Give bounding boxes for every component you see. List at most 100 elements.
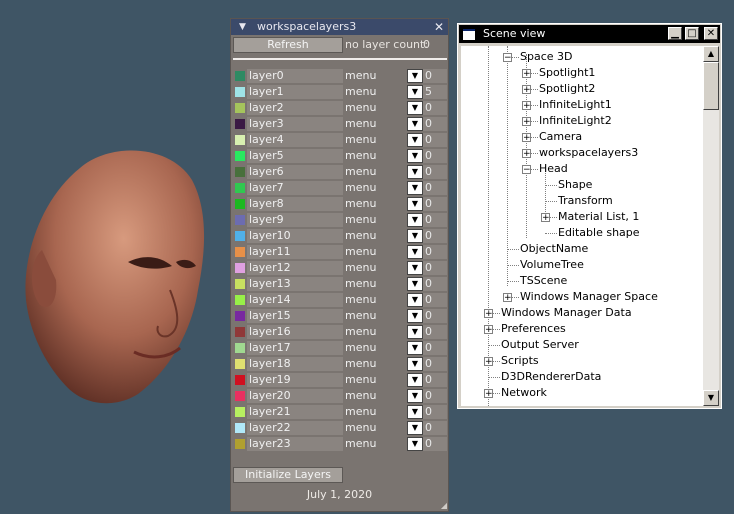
layer-value-field[interactable]: 0 (423, 69, 447, 83)
tree-node[interactable]: TSScene (520, 273, 567, 289)
tree-node[interactable]: Output Server (501, 337, 579, 353)
layer-color-swatch[interactable] (235, 231, 245, 241)
dropdown-arrow-icon[interactable]: ▼ (407, 405, 423, 419)
layer-name-field[interactable]: layer19 (247, 373, 343, 387)
layer-name-field[interactable]: layer14 (247, 293, 343, 307)
tree-node[interactable]: Windows Manager Data (501, 305, 632, 321)
tree-node[interactable]: Material List, 1 (558, 209, 639, 225)
layer-color-swatch[interactable] (235, 103, 245, 113)
layer-value-field[interactable]: 0 (423, 245, 447, 259)
tree-node[interactable]: Head (539, 161, 568, 177)
dropdown-arrow-icon[interactable]: ▼ (407, 437, 423, 451)
layer-name-field[interactable]: layer17 (247, 341, 343, 355)
layer-name-field[interactable]: layer12 (247, 261, 343, 275)
dropdown-arrow-icon[interactable]: ▼ (407, 309, 423, 323)
layer-value-field[interactable]: 0 (423, 437, 447, 451)
close-icon[interactable]: ✕ (434, 19, 444, 35)
expand-icon[interactable]: + (484, 309, 493, 319)
dropdown-arrow-icon[interactable]: ▼ (407, 133, 423, 147)
layer-value-field[interactable]: 0 (423, 165, 447, 179)
scene-tree[interactable]: − Space 3D + Spotlight1 + Spotlight2 + Infinite… (461, 46, 703, 406)
scroll-up-icon[interactable]: ▲ (703, 46, 719, 62)
layer-value-field[interactable]: 0 (423, 197, 447, 211)
layer-name-field[interactable]: layer22 (247, 421, 343, 435)
layer-name-field[interactable]: layer21 (247, 405, 343, 419)
layer-value-field[interactable]: 0 (423, 293, 447, 307)
layer-color-swatch[interactable] (235, 167, 245, 177)
collapse-icon[interactable]: − (522, 165, 531, 175)
layer-color-swatch[interactable] (235, 375, 245, 385)
layer-color-swatch[interactable] (235, 135, 245, 145)
expand-icon[interactable]: + (522, 117, 531, 127)
dropdown-arrow-icon[interactable]: ▼ (407, 229, 423, 243)
layer-color-swatch[interactable] (235, 263, 245, 273)
layer-color-swatch[interactable] (235, 199, 245, 209)
layer-value-field[interactable]: 0 (423, 421, 447, 435)
tree-node[interactable]: Transform (558, 193, 613, 209)
layer-name-field[interactable]: layer3 (247, 117, 343, 131)
dropdown-arrow-icon[interactable]: ▼ (407, 293, 423, 307)
expand-icon[interactable]: + (522, 149, 531, 159)
dropdown-arrow-icon[interactable]: ▼ (407, 181, 423, 195)
layer-color-swatch[interactable] (235, 215, 245, 225)
collapse-triangle-icon[interactable]: ▼ (239, 19, 246, 35)
close-button[interactable]: ✕ (704, 27, 718, 40)
expand-icon[interactable]: + (522, 85, 531, 95)
layer-color-swatch[interactable] (235, 71, 245, 81)
layer-color-swatch[interactable] (235, 295, 245, 305)
layer-value-field[interactable]: 0 (423, 149, 447, 163)
layer-value-field[interactable]: 0 (423, 341, 447, 355)
layer-value-field[interactable]: 0 (423, 325, 447, 339)
layer-name-field[interactable]: layer1 (247, 85, 343, 99)
tree-node[interactable]: Shape (558, 177, 592, 193)
layer-value-field[interactable]: 0 (423, 277, 447, 291)
dropdown-arrow-icon[interactable]: ▼ (407, 213, 423, 227)
tree-node[interactable]: Editable shape (558, 225, 640, 241)
scrollbar-thumb[interactable] (703, 62, 719, 110)
layer-color-swatch[interactable] (235, 391, 245, 401)
tree-node[interactable]: Camera (539, 129, 582, 145)
layer-name-field[interactable]: layer20 (247, 389, 343, 403)
layer-color-swatch[interactable] (235, 359, 245, 369)
dropdown-arrow-icon[interactable]: ▼ (407, 341, 423, 355)
tree-node[interactable]: Preferences (501, 321, 566, 337)
refresh-button[interactable]: Refresh (233, 37, 343, 53)
dropdown-arrow-icon[interactable]: ▼ (407, 165, 423, 179)
tree-node[interactable]: D3DRendererData (501, 369, 601, 385)
layer-color-swatch[interactable] (235, 87, 245, 97)
dropdown-arrow-icon[interactable]: ▼ (407, 421, 423, 435)
dropdown-arrow-icon[interactable]: ▼ (407, 261, 423, 275)
tree-node[interactable]: workspacelayers3 (539, 145, 638, 161)
layer-name-field[interactable]: layer8 (247, 197, 343, 211)
tree-node[interactable]: VolumeTree (520, 257, 584, 273)
layers-panel-titlebar[interactable]: ▼ workspacelayers3 ✕ (231, 19, 448, 35)
layer-color-swatch[interactable] (235, 343, 245, 353)
layer-value-field[interactable]: 0 (423, 181, 447, 195)
minimize-button[interactable]: ▁ (668, 27, 682, 40)
layer-name-field[interactable]: layer23 (247, 437, 343, 451)
tree-node[interactable]: Scripts (501, 353, 539, 369)
layer-color-swatch[interactable] (235, 247, 245, 257)
layer-name-field[interactable]: layer18 (247, 357, 343, 371)
layer-value-field[interactable]: 0 (423, 101, 447, 115)
layer-name-field[interactable]: layer10 (247, 229, 343, 243)
dropdown-arrow-icon[interactable]: ▼ (407, 197, 423, 211)
layer-value-field[interactable]: 0 (423, 389, 447, 403)
expand-icon[interactable]: + (484, 325, 493, 335)
layer-value-field[interactable]: 5 (423, 85, 447, 99)
expand-icon[interactable]: + (522, 101, 531, 111)
layer-value-field[interactable]: 0 (423, 261, 447, 275)
layer-value-field[interactable]: 0 (423, 405, 447, 419)
layer-color-swatch[interactable] (235, 151, 245, 161)
dropdown-arrow-icon[interactable]: ▼ (407, 277, 423, 291)
tree-node[interactable]: InfiniteLight2 (539, 113, 612, 129)
layer-value-field[interactable]: 0 (423, 357, 447, 371)
layer-name-field[interactable]: layer7 (247, 181, 343, 195)
layer-name-field[interactable]: layer6 (247, 165, 343, 179)
layer-name-field[interactable]: layer2 (247, 101, 343, 115)
layer-value-field[interactable]: 0 (423, 373, 447, 387)
layer-name-field[interactable]: layer0 (247, 69, 343, 83)
maximize-button[interactable]: □ (685, 27, 699, 40)
dropdown-arrow-icon[interactable]: ▼ (407, 101, 423, 115)
layer-name-field[interactable]: layer15 (247, 309, 343, 323)
